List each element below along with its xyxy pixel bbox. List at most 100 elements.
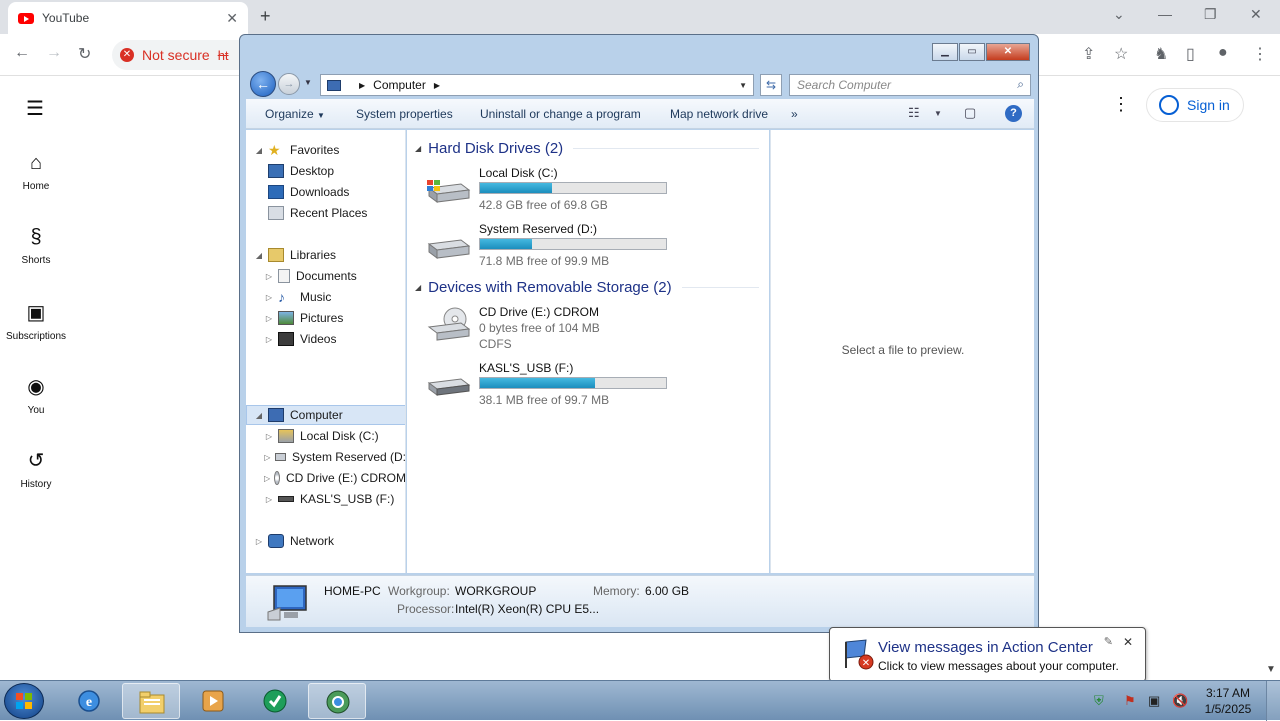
sign-in-button[interactable]: Sign in	[1146, 88, 1244, 122]
organize-button[interactable]: Organize ▼	[265, 107, 325, 121]
maximize-button[interactable]: ▭	[959, 43, 985, 61]
nav-subscriptions[interactable]: ▣ Subscriptions	[0, 300, 72, 342]
collapsed-icon[interactable]: ▷	[264, 495, 274, 504]
expanded-icon[interactable]: ◢	[254, 251, 264, 260]
uninstall-program-button[interactable]: Uninstall or change a program	[480, 107, 641, 121]
profile-icon[interactable]: ●	[1218, 44, 1228, 62]
taskbar-internet-explorer[interactable]: e	[60, 683, 118, 719]
close-window-icon[interactable]: ✕	[1250, 6, 1262, 23]
action-center-notification[interactable]: ✕ View messages in Action Center Click t…	[829, 627, 1146, 682]
back-button[interactable]: ←	[250, 71, 276, 97]
nav-you[interactable]: ◉ You	[0, 374, 72, 416]
nav-computer[interactable]: ◢ Computer	[246, 405, 405, 425]
show-desktop-button[interactable]	[1266, 681, 1280, 721]
taskbar-clock[interactable]: 3:17 AM 1/5/2025	[1196, 685, 1260, 717]
help-icon[interactable]: ?	[1005, 105, 1022, 122]
collapsed-icon[interactable]: ▷	[264, 272, 274, 281]
collapsed-icon[interactable]: ▷	[264, 453, 271, 462]
notification-title[interactable]: View messages in Action Center	[878, 639, 1093, 656]
address-dropdown-icon[interactable]: ▼	[739, 81, 747, 90]
minimize-icon[interactable]: —	[1158, 6, 1172, 22]
tab-search-icon[interactable]: ⌄	[1113, 6, 1125, 23]
bookmark-star-icon[interactable]: ☆	[1114, 44, 1128, 64]
minimize-button[interactable]: ▁	[932, 43, 958, 61]
nav-shorts[interactable]: § Shorts	[0, 226, 72, 266]
address-bar[interactable]: ▶ Computer ▶ ▼	[320, 74, 754, 96]
tab-close-icon[interactable]: ✕	[226, 10, 238, 27]
nav-usb[interactable]: ▷ KASL'S_USB (F:)	[246, 489, 405, 509]
chevron-right-icon[interactable]: ▶	[359, 81, 365, 90]
extensions-icon[interactable]: ♞	[1154, 44, 1168, 64]
settings-kebab-icon[interactable]: ⋮	[1112, 94, 1130, 115]
tray-volume-muted-icon[interactable]: 🔇	[1172, 693, 1188, 709]
share-icon[interactable]: ⇪	[1082, 44, 1095, 64]
drive-usb-f[interactable]: KASL'S_USB (F:) 38.1 MB free of 99.7 MB	[417, 361, 757, 413]
system-properties-button[interactable]: System properties	[356, 107, 453, 121]
breadcrumb-computer[interactable]: Computer	[373, 78, 426, 92]
expanded-icon[interactable]: ◢	[254, 146, 264, 155]
address-bar[interactable]: ✕ Not secure ht	[112, 40, 252, 70]
nav-downloads[interactable]: Downloads	[246, 182, 405, 202]
collapsed-icon[interactable]: ▷	[264, 314, 274, 323]
notification-close-icon[interactable]: ✕	[1123, 635, 1133, 649]
new-tab-button[interactable]: +	[260, 6, 271, 27]
group-collapse-icon[interactable]: ◢	[415, 144, 421, 153]
nav-pictures[interactable]: ▷ Pictures	[246, 308, 405, 328]
collapsed-icon[interactable]: ▷	[264, 474, 270, 483]
scroll-down-icon[interactable]: ▼	[1266, 664, 1276, 675]
taskbar-media-player[interactable]	[184, 683, 242, 719]
preview-pane-icon[interactable]: ▢	[964, 105, 976, 121]
close-button[interactable]: ✕	[986, 43, 1030, 61]
recent-pages-icon[interactable]: ▼	[304, 78, 312, 87]
collapsed-icon[interactable]: ▷	[254, 537, 264, 546]
nav-home[interactable]: ⌂ Home	[0, 152, 72, 192]
drive-local-disk-c[interactable]: Local Disk (C:) 42.8 GB free of 69.8 GB	[417, 166, 757, 218]
expanded-icon[interactable]: ◢	[254, 411, 264, 420]
pin-icon[interactable]: ✎	[1104, 635, 1113, 648]
back-arrow-icon[interactable]: ←	[14, 44, 30, 62]
nav-favorites[interactable]: ◢ ★ Favorites	[246, 140, 405, 160]
nav-history[interactable]: ↺ History	[0, 448, 72, 490]
drive-cd-e[interactable]: CD Drive (E:) CDROM 0 bytes free of 104 …	[417, 305, 757, 357]
group-hard-disk-drives[interactable]: ◢ Hard Disk Drives (2)	[415, 140, 759, 157]
tray-network-icon[interactable]: ▣	[1148, 693, 1160, 709]
collapsed-icon[interactable]: ▷	[264, 432, 274, 441]
map-network-drive-button[interactable]: Map network drive	[670, 107, 768, 121]
nav-recent-places[interactable]: Recent Places	[246, 203, 405, 223]
nav-music[interactable]: ▷ ♪ Music	[246, 287, 405, 307]
nav-libraries[interactable]: ◢ Libraries	[246, 245, 405, 265]
chrome-menu-icon[interactable]: ⋮	[1252, 44, 1268, 64]
taskbar-browser[interactable]	[308, 683, 366, 719]
collapsed-icon[interactable]: ▷	[264, 335, 274, 344]
group-collapse-icon[interactable]: ◢	[415, 283, 421, 292]
nav-desktop[interactable]: Desktop	[246, 161, 405, 181]
collapsed-icon[interactable]: ▷	[264, 293, 274, 302]
tray-action-center-icon[interactable]: ⚑	[1124, 693, 1136, 709]
nav-system-reserved[interactable]: ▷ System Reserved (D:	[246, 447, 405, 467]
drive-system-reserved-d[interactable]: System Reserved (D:) 71.8 MB free of 99.…	[417, 222, 757, 274]
change-view-icon[interactable]: ☷	[908, 105, 920, 121]
nav-network[interactable]: ▷ Network	[246, 531, 405, 551]
taskbar-file-explorer[interactable]	[122, 683, 180, 719]
side-panel-icon[interactable]: ▯	[1186, 44, 1195, 64]
chevron-right-icon[interactable]: ▶	[434, 81, 440, 90]
forward-arrow-icon[interactable]: →	[46, 44, 62, 62]
forward-button[interactable]: →	[278, 73, 300, 95]
start-button[interactable]	[4, 683, 44, 719]
view-dropdown-icon[interactable]: ▼	[934, 109, 942, 118]
nav-cd-drive[interactable]: ▷ CD Drive (E:) CDROM	[246, 468, 405, 488]
nav-documents[interactable]: ▷ Documents	[246, 266, 405, 286]
nav-local-disk[interactable]: ▷ Local Disk (C:)	[246, 426, 405, 446]
restore-icon[interactable]: ❐	[1204, 6, 1217, 23]
nav-videos[interactable]: ▷ Videos	[246, 329, 405, 349]
taskbar-app-green[interactable]	[246, 683, 304, 719]
tab-youtube[interactable]: YouTube ✕	[8, 2, 248, 34]
reload-icon[interactable]: ↻	[78, 44, 91, 64]
search-input[interactable]: Search Computer ⌕	[789, 74, 1031, 96]
refresh-button[interactable]: ⇆	[760, 74, 782, 96]
hamburger-menu-icon[interactable]: ☰	[26, 96, 44, 121]
more-commands-button[interactable]: »	[791, 107, 798, 121]
group-removable-storage[interactable]: ◢ Devices with Removable Storage (2)	[415, 279, 759, 296]
search-icon[interactable]: ⌕	[1017, 77, 1024, 92]
tray-security-icon[interactable]: ⛨	[1094, 693, 1104, 709]
